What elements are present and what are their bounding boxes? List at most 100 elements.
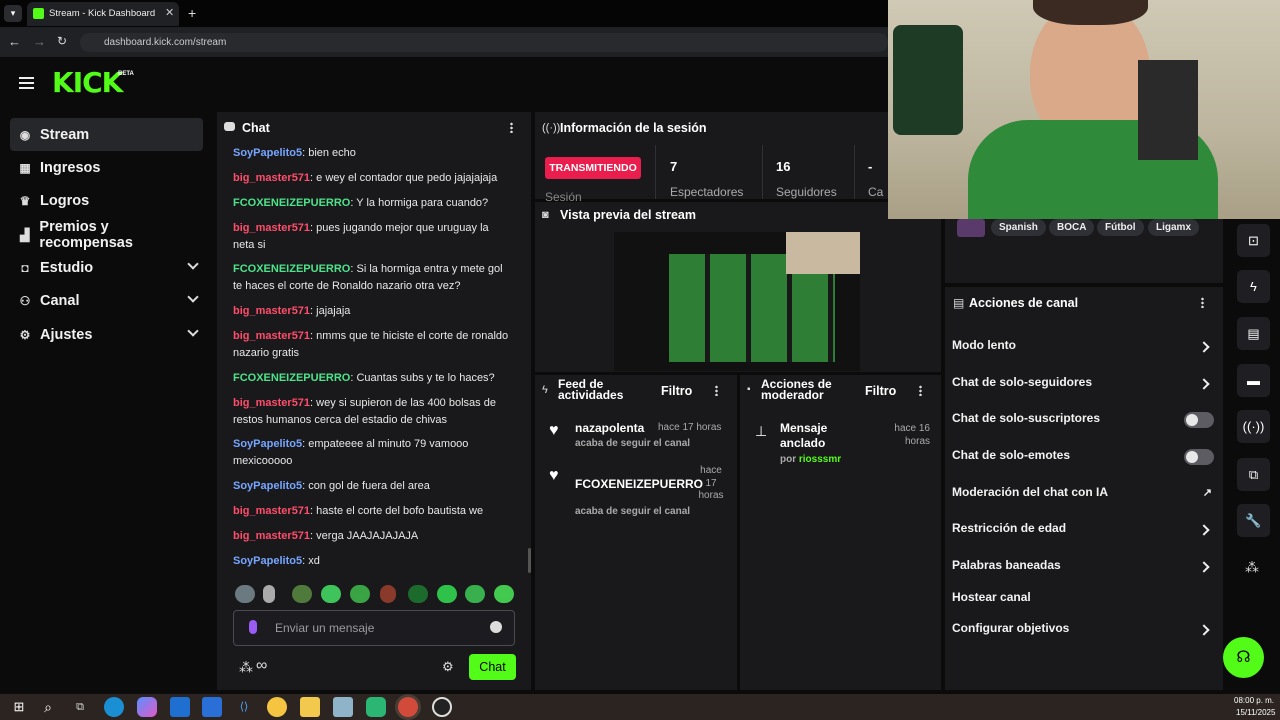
forward-icon[interactable]: → [33,34,46,49]
category-thumbnail[interactable] [957,219,985,237]
emote-icon[interactable] [263,585,275,603]
windows-start-icon[interactable]: ⊞ [9,697,29,717]
chat-send-button[interactable]: Chat [469,654,516,680]
feed-item-user[interactable]: nazapolenta [575,421,644,435]
sidebar-item-logros[interactable]: ♛ Logros [10,184,203,217]
mod-filter-button[interactable]: Filtro [865,384,896,398]
chat-username[interactable]: big_master571 [233,305,310,317]
mod-item-title[interactable]: Mensaje anclado [780,421,850,450]
chat-username[interactable]: FCOXENEIZEPUERRO [233,263,350,275]
sidebar-item-ajustes[interactable]: ⚙ Ajustes [10,318,203,351]
tab-menu-button[interactable]: ▾ [4,5,22,22]
vscode-icon[interactable]: ⟨⟩ [234,697,254,717]
files-icon[interactable] [300,697,320,717]
mod-by-user[interactable]: riosssmr [799,454,841,465]
tag-spanish[interactable]: Spanish [991,219,1046,236]
sidebar-item-canal[interactable]: ⚇ Canal [10,284,203,317]
emote-icon[interactable] [235,585,255,603]
new-tab-icon[interactable]: + [188,5,196,21]
feed-menu-icon[interactable] [715,385,718,396]
sidebar-item-stream[interactable]: ◉ Stream [10,118,203,151]
kick-logo[interactable]: KICK [52,66,123,99]
chat-settings-icon[interactable]: ⚙ [442,659,454,675]
task-view-icon[interactable]: ⧉ [70,697,90,717]
chat-username[interactable]: SoyPapelito5 [233,147,302,159]
chat-username[interactable]: FCOXENEIZEPUERRO [233,197,350,209]
emote-icon[interactable] [437,585,457,603]
emote-icon[interactable] [380,585,396,603]
channel-action-row[interactable]: Chat de solo-suscriptores [952,411,1214,431]
channel-action-row[interactable]: Hostear canal [952,590,1214,610]
support-headset-button[interactable]: ☊ [1223,637,1264,678]
channel-action-row[interactable]: Moderación del chat con IA ↗ [952,485,1214,505]
emoji-icon[interactable] [490,621,502,633]
feed-title: Feed de actividades [558,377,624,402]
feed-filter-button[interactable]: Filtro [661,384,692,398]
emote-icon[interactable] [408,585,428,603]
chat-username[interactable]: big_master571 [233,330,310,342]
sidebar-item-ingresos[interactable]: ▦ Ingresos [10,151,203,184]
lightning-icon[interactable]: ϟ [1237,270,1270,303]
channel-action-row[interactable]: Restricción de edad [952,521,1214,541]
feed-item-user[interactable]: FCOXENEIZEPUERRO [575,477,703,491]
channel-action-row[interactable]: Modo lento [952,338,1214,358]
toggle-switch[interactable] [1184,412,1214,428]
chat-username[interactable]: big_master571 [233,397,310,409]
points-icon[interactable]: ⁂ [239,659,253,676]
emote-icon[interactable] [350,585,370,603]
tab-close-icon[interactable]: ✕ [165,6,174,19]
reload-icon[interactable]: ↻ [57,34,67,48]
sidebar-item-premios[interactable]: ▟ Premios y recompensas [10,218,203,251]
chat-username[interactable]: FCOXENEIZEPUERRO [233,372,350,384]
chat-username[interactable]: big_master571 [233,505,310,517]
browser-tab[interactable]: Stream - Kick Dashboard ✕ [27,2,179,26]
camera-switch-icon[interactable]: ⧉ [1237,458,1270,491]
chat-menu-icon[interactable] [510,122,513,133]
points-icon[interactable]: ⁂ [1245,559,1259,576]
emote-icon[interactable] [494,585,514,603]
infinity-icon[interactable]: ∞ [256,657,267,675]
chat-username[interactable]: SoyPapelito5 [233,438,302,450]
mail-icon[interactable] [170,697,190,717]
chat-username[interactable]: big_master571 [233,222,310,234]
store-icon[interactable] [202,697,222,717]
edge-icon[interactable] [104,697,124,717]
notes-icon[interactable]: ▤ [1237,317,1270,350]
emote-icon[interactable] [292,585,312,603]
toggle-switch[interactable] [1184,449,1214,465]
channel-action-row[interactable]: Chat de solo-emotes [952,448,1214,468]
pycharm-icon[interactable] [366,697,386,717]
channel-action-row[interactable]: Palabras baneadas [952,558,1214,578]
copilot-icon[interactable] [137,697,157,717]
screen-capture-icon[interactable]: ⊡ [1237,224,1270,257]
chat-username[interactable]: big_master571 [233,172,310,184]
emote-icon[interactable] [321,585,341,603]
wrench-icon[interactable]: 🔧 [1237,504,1270,537]
url-field[interactable]: dashboard.kick.com/stream [80,33,888,52]
stream-preview-video[interactable] [614,232,860,371]
app-icon[interactable] [333,697,353,717]
obs-icon[interactable] [432,697,452,717]
chat-scrollbar[interactable] [528,548,531,573]
chat-username[interactable]: SoyPapelito5 [233,555,302,567]
chrome-active-icon[interactable] [398,697,418,717]
chat-username[interactable]: big_master571 [233,530,310,542]
tag-futbol[interactable]: Fútbol [1097,219,1144,236]
back-icon[interactable]: ← [8,34,21,49]
actions-menu-icon[interactable] [1201,297,1204,308]
sidebar-item-estudio[interactable]: ◘ Estudio [10,251,203,284]
hamburger-icon[interactable] [19,77,34,89]
channel-action-row[interactable]: Configurar objetivos [952,621,1214,641]
emote-icon[interactable] [465,585,485,603]
chrome-icon[interactable] [267,697,287,717]
microphone-icon[interactable] [249,620,257,634]
mod-menu-icon[interactable] [919,385,922,396]
chat-input[interactable]: Enviar un mensaje [233,610,515,646]
chat-bubble-icon[interactable]: ▬ [1237,364,1270,397]
tag-boca[interactable]: BOCA [1049,219,1095,236]
search-icon[interactable]: ⌕ [38,697,58,717]
tag-ligamx[interactable]: Ligamx [1148,219,1200,236]
channel-action-row[interactable]: Chat de solo-seguidores [952,375,1214,395]
broadcast-icon[interactable]: ((·)) [1237,410,1270,443]
chat-username[interactable]: SoyPapelito5 [233,480,302,492]
